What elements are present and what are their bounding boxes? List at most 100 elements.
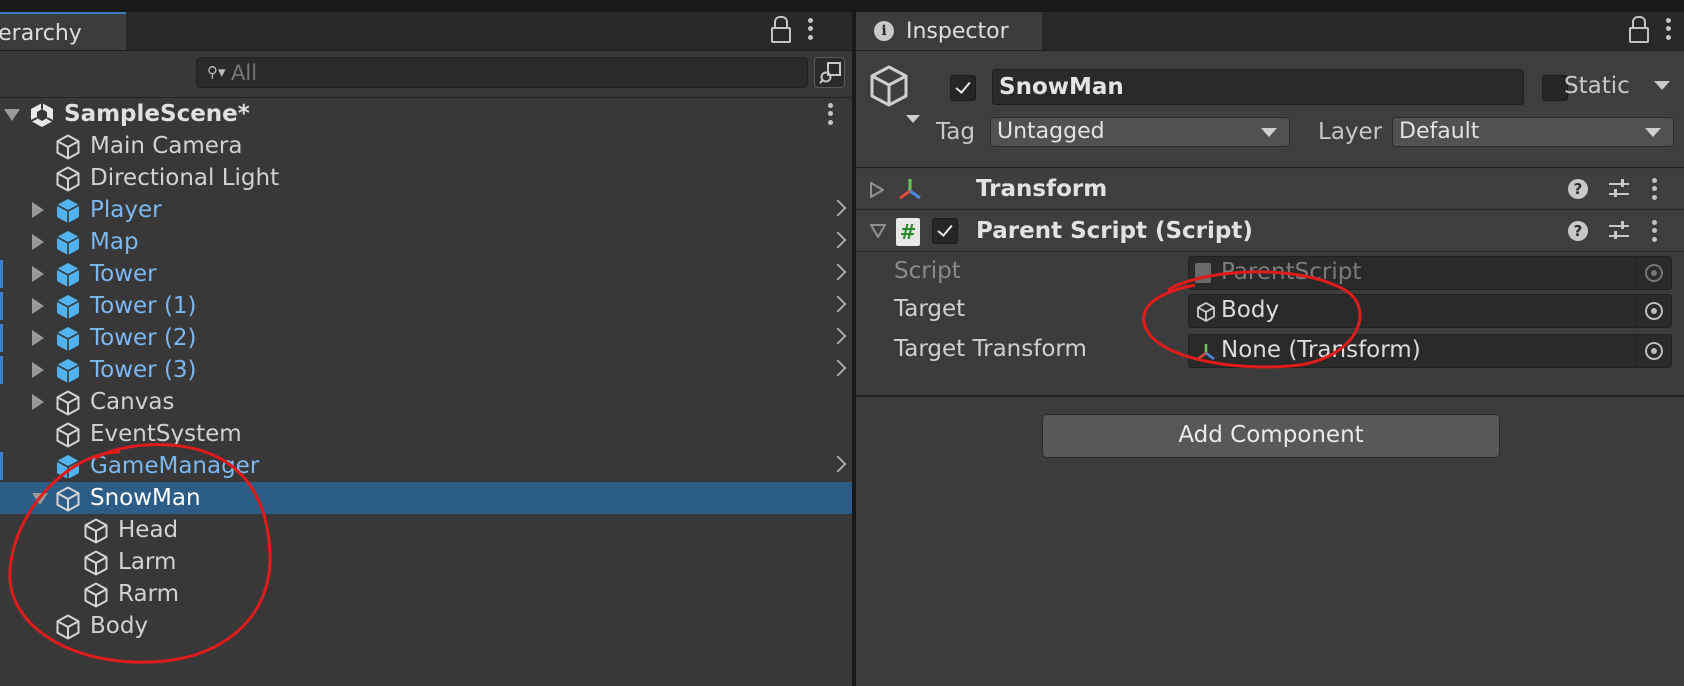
presets-icon[interactable] [1608, 178, 1630, 200]
collapsed-arrow-icon[interactable] [32, 330, 44, 346]
parent-script-title: Parent Script (Script) [976, 218, 1253, 244]
object-name-field[interactable]: SnowMan [992, 69, 1524, 105]
tab-inspector[interactable]: i Inspector [856, 12, 1042, 50]
gameobject-icon[interactable] [868, 63, 926, 133]
scene-row[interactable]: SampleScene* [0, 98, 852, 130]
hierarchy-tab-icons [770, 16, 814, 43]
hierarchy-row[interactable]: SnowMan [0, 482, 852, 514]
gameobject-cube-icon [56, 486, 80, 512]
collapsed-arrow-icon[interactable] [32, 234, 44, 250]
open-prefab-chevron-icon[interactable] [829, 359, 847, 377]
hierarchy-panel: ierarchy ⚲▾ All SampleScene* Main Camera… [0, 12, 852, 686]
collapsed-arrow-icon[interactable] [32, 394, 44, 410]
transform-component-header[interactable]: Transform ? [856, 169, 1684, 210]
lock-icon[interactable] [770, 16, 792, 43]
hierarchy-row[interactable]: Tower [0, 258, 852, 290]
open-prefab-chevron-icon[interactable] [829, 455, 847, 473]
script-file-icon [1195, 263, 1211, 283]
static-dropdown-icon[interactable] [1654, 81, 1670, 90]
help-icon[interactable]: ? [1568, 221, 1588, 241]
hierarchy-row[interactable]: Rarm [0, 578, 852, 610]
tab-hierarchy[interactable]: ierarchy [0, 12, 126, 50]
gameobject-cube-icon [56, 134, 80, 160]
open-prefab-chevron-icon[interactable] [829, 263, 847, 281]
target-object-field[interactable]: Body [1188, 294, 1672, 328]
expand-arrow-icon[interactable] [32, 493, 48, 505]
hierarchy-row[interactable]: Head [0, 514, 852, 546]
unity-scene-icon [30, 103, 54, 127]
more-options-icon[interactable] [806, 16, 814, 42]
object-picker-button[interactable] [1636, 335, 1671, 367]
collapsed-arrow-icon[interactable] [32, 298, 44, 314]
layer-dropdown[interactable]: Default [1392, 117, 1674, 147]
hierarchy-row[interactable]: Body [0, 610, 852, 642]
more-options-icon[interactable] [1664, 16, 1672, 42]
hierarchy-item-label: Tower (1) [90, 293, 197, 319]
hierarchy-search-bar: ⚲▾ [0, 51, 852, 98]
hierarchy-item-label: EventSystem [90, 421, 242, 447]
hierarchy-row[interactable]: Canvas [0, 386, 852, 418]
open-search-window-icon [819, 62, 841, 84]
scene-search-toggle-button[interactable] [814, 57, 845, 88]
collapsed-arrow-icon[interactable] [32, 266, 44, 282]
prefab-cube-icon [56, 327, 80, 351]
target-value: Body [1221, 297, 1280, 323]
hierarchy-row[interactable]: Tower (2) [0, 322, 852, 354]
transform-icon [899, 179, 921, 200]
lock-icon[interactable] [1628, 16, 1650, 43]
hierarchy-item-label: Head [118, 517, 179, 543]
tag-dropdown[interactable]: Untagged [990, 117, 1290, 147]
script-enabled-checkbox[interactable] [932, 218, 958, 244]
collapsed-arrow-icon[interactable] [32, 362, 44, 378]
gameobject-cube-icon [84, 518, 108, 544]
gameobject-icon [1197, 302, 1215, 322]
component-menu-icon[interactable] [1650, 218, 1658, 244]
hierarchy-row[interactable]: GameManager [0, 450, 852, 482]
scene-menu-icon[interactable] [826, 101, 834, 127]
active-checkbox[interactable] [950, 75, 976, 101]
script-object-field[interactable]: ParentScript [1188, 256, 1672, 290]
hierarchy-item-label: Player [90, 197, 162, 223]
object-picker-button[interactable] [1636, 257, 1671, 289]
hierarchy-row[interactable]: Larm [0, 546, 852, 578]
help-icon[interactable]: ? [1568, 179, 1588, 199]
object-picker-button[interactable] [1636, 295, 1671, 327]
hierarchy-row[interactable]: Player [0, 194, 852, 226]
hierarchy-item-label: Tower [90, 261, 157, 287]
open-prefab-chevron-icon[interactable] [829, 231, 847, 249]
tab-inspector-label: Inspector [906, 19, 1009, 44]
property-label: Script [894, 258, 961, 284]
hierarchy-item-label: Body [90, 613, 149, 639]
open-prefab-chevron-icon[interactable] [829, 295, 847, 313]
parent-script-component-header[interactable]: # Parent Script (Script) ? [856, 211, 1684, 252]
prefab-cube-icon [56, 199, 80, 223]
add-component-button[interactable]: Add Component [1042, 414, 1500, 458]
open-prefab-chevron-icon[interactable] [829, 327, 847, 345]
hierarchy-row[interactable]: Tower (3) [0, 354, 852, 386]
target-transform-object-field[interactable]: None (Transform) [1188, 334, 1672, 368]
expand-arrow-icon[interactable] [4, 109, 20, 121]
gameobject-header: SnowMan Static Tag Untagged Layer Defaul… [856, 51, 1684, 168]
gameobject-cube-icon [56, 166, 80, 192]
gameobject-cube-icon [84, 582, 108, 608]
collapsed-arrow-icon[interactable] [32, 202, 44, 218]
transform-title: Transform [976, 176, 1108, 202]
hierarchy-row[interactable]: Tower (1) [0, 290, 852, 322]
hierarchy-row[interactable]: Main Camera [0, 130, 852, 162]
script-value: ParentScript [1221, 259, 1362, 285]
components-separator [856, 395, 1684, 397]
presets-icon[interactable] [1608, 220, 1630, 242]
property-label: Target [894, 296, 966, 322]
hierarchy-row[interactable]: Map [0, 226, 852, 258]
tag-label: Tag [936, 119, 975, 145]
hierarchy-row[interactable]: Directional Light [0, 162, 852, 194]
open-prefab-chevron-icon[interactable] [829, 199, 847, 217]
expand-arrow-icon[interactable] [870, 224, 886, 238]
hierarchy-search-field[interactable]: ⚲▾ [196, 57, 808, 88]
hierarchy-row[interactable]: EventSystem [0, 418, 852, 450]
component-menu-icon[interactable] [1650, 176, 1658, 202]
search-input[interactable] [231, 60, 791, 85]
prefab-override-marker [0, 292, 3, 320]
prefab-override-marker [0, 356, 3, 384]
collapse-arrow-icon[interactable] [870, 182, 884, 198]
